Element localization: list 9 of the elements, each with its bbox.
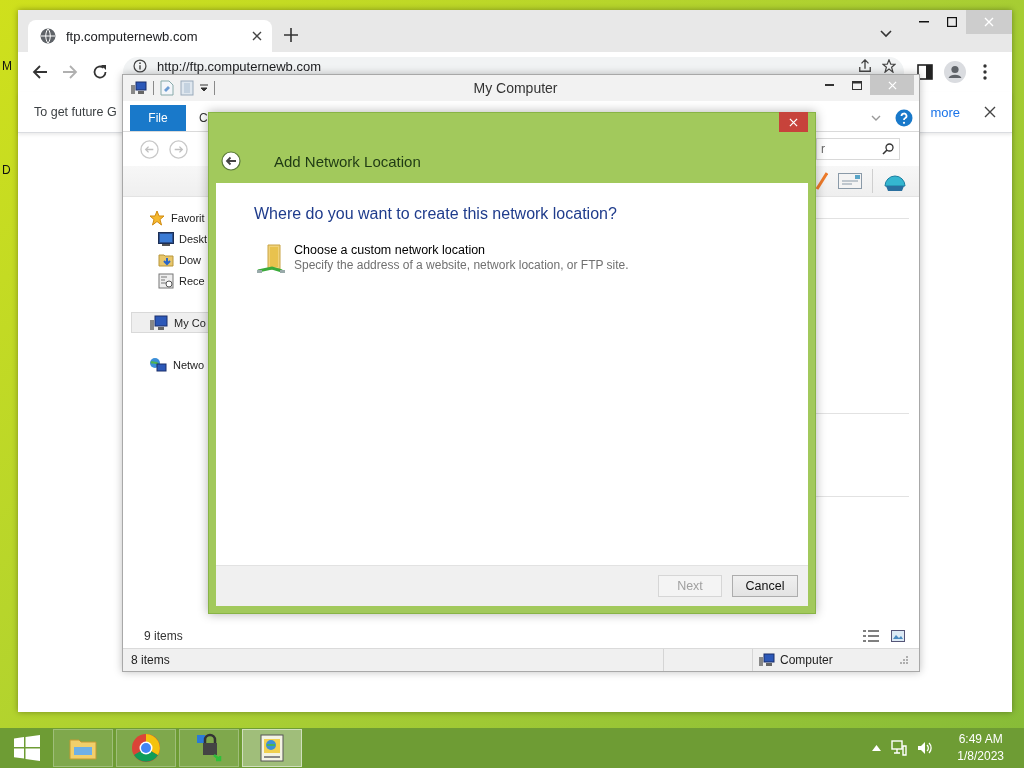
dialog-title: Add Network Location: [274, 152, 421, 170]
item-count: 9 items: [144, 629, 184, 643]
option-description: Specify the address of a website, network location, or FTP site.: [294, 258, 629, 272]
desktop-icon-label: M: [2, 59, 12, 73]
status-item-count: 8 items: [131, 653, 170, 667]
status-location: Computer: [780, 653, 833, 667]
dialog-heading: Where do you want to create this network location?: [254, 205, 618, 223]
desktop-icon-label: D: [2, 163, 11, 177]
info-message: To get future G: [34, 105, 117, 119]
